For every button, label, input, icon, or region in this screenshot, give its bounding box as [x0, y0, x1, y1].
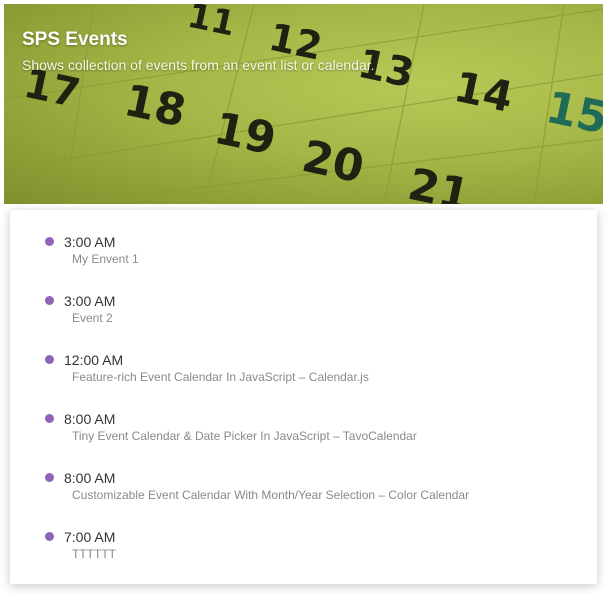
- event-time: 3:00 AM: [64, 234, 116, 250]
- event-time: 8:00 AM: [64, 411, 116, 427]
- calendar-number-14: 14: [450, 62, 517, 122]
- event-list-card: 3:00 AM My Envent 1 3:00 AM Event 2 12:0…: [10, 210, 597, 584]
- calendar-number-20: 20: [298, 131, 368, 194]
- calendar-number-18: 18: [120, 75, 190, 138]
- event-item[interactable]: 3:00 AM Event 2: [10, 269, 597, 325]
- calendar-header-image: 11 12 13 14 15 17 18 19 20 21 SPS Events…: [4, 4, 603, 204]
- event-title[interactable]: TTTTTT: [72, 547, 116, 561]
- event-item[interactable]: 8:00 AM Customizable Event Calendar With…: [10, 446, 597, 502]
- webpart-title: SPS Events: [22, 29, 128, 50]
- event-title[interactable]: Tiny Event Calendar & Date Picker In Jav…: [72, 429, 417, 443]
- event-bullet-icon: [45, 296, 54, 305]
- webpart-subtitle: Shows collection of events from an event…: [22, 57, 375, 73]
- event-bullet-icon: [45, 237, 54, 246]
- calendar-number-15: 15: [542, 82, 603, 145]
- event-title[interactable]: Feature-rich Event Calendar In JavaScrip…: [72, 370, 369, 384]
- event-item[interactable]: 12:00 AM Feature-rich Event Calendar In …: [10, 328, 597, 384]
- event-bullet-icon: [45, 532, 54, 541]
- event-item[interactable]: 3:00 AM My Envent 1: [10, 210, 597, 266]
- event-item[interactable]: 8:00 AM Tiny Event Calendar & Date Picke…: [10, 387, 597, 443]
- event-bullet-icon: [45, 473, 54, 482]
- event-title[interactable]: Event 2: [72, 311, 113, 325]
- event-time: 8:00 AM: [64, 470, 116, 486]
- event-time: 3:00 AM: [64, 293, 116, 309]
- event-title[interactable]: Customizable Event Calendar With Month/Y…: [72, 488, 469, 502]
- event-item[interactable]: 7:00 AM TTTTTT: [10, 505, 597, 561]
- event-bullet-icon: [45, 355, 54, 364]
- calendar-number-21: 21: [404, 159, 474, 204]
- event-title[interactable]: My Envent 1: [72, 252, 139, 266]
- sps-events-webpart: 11 12 13 14 15 17 18 19 20 21 SPS Events…: [0, 0, 607, 594]
- calendar-number-11: 11: [184, 4, 239, 45]
- event-time: 12:00 AM: [64, 352, 124, 368]
- event-time: 7:00 AM: [64, 529, 116, 545]
- event-bullet-icon: [45, 414, 54, 423]
- calendar-number-19: 19: [210, 103, 280, 166]
